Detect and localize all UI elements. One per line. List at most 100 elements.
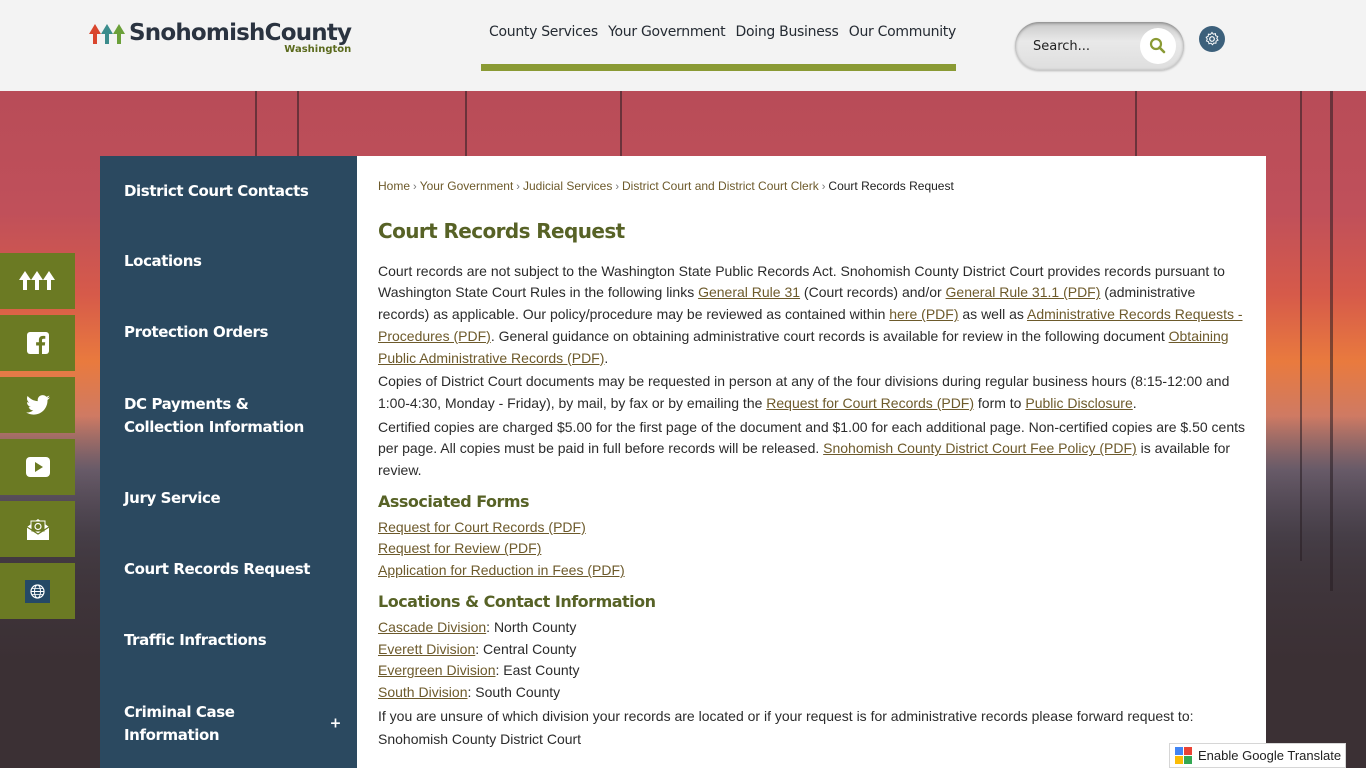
sidebar-item-traffic-infractions[interactable]: Traffic Infractions — [100, 605, 357, 676]
social-links — [0, 253, 75, 625]
site-header: SnohomishCounty Washington County Servic… — [0, 0, 1366, 91]
public-disclosure-link[interactable]: Public Disclosure — [1025, 395, 1132, 411]
sidebar-item-label: Court Records Request — [124, 560, 310, 578]
mast-decor — [1135, 91, 1137, 161]
form-request-review-link[interactable]: Request for Review (PDF) — [378, 538, 1245, 560]
cascade-division-link[interactable]: Cascade Division — [378, 619, 486, 635]
social-facebook[interactable] — [0, 315, 75, 371]
general-rule-31-link[interactable]: General Rule 31 — [698, 284, 800, 300]
nav-our-community[interactable]: Our Community — [841, 20, 957, 40]
search-icon — [1149, 37, 1166, 54]
settings-button[interactable] — [1199, 26, 1225, 52]
sidebar-item-label: Traffic Infractions — [124, 631, 267, 649]
breadcrumb-current: Court Records Request — [828, 179, 954, 193]
google-translate-icon — [1175, 747, 1192, 764]
sidebar-item-label: District Court Contacts — [124, 181, 309, 200]
locations-heading: Locations & Contact Information — [378, 591, 656, 611]
google-translate-label: Enable Google Translate — [1198, 748, 1342, 763]
address-line: Snohomish County District Court — [378, 731, 582, 748]
breadcrumb-separator: › — [516, 181, 520, 193]
sidebar-item-label: Locations — [124, 252, 202, 270]
form-reduction-fees-link[interactable]: Application for Reduction in Fees (PDF) — [378, 560, 1245, 582]
breadcrumb-your-government[interactable]: Your Government — [420, 179, 514, 193]
fees-paragraph: Certified copies are charged $5.00 for t… — [378, 417, 1245, 482]
facebook-icon — [26, 332, 49, 354]
social-youtube[interactable] — [0, 439, 75, 495]
mast-decor — [1300, 91, 1302, 561]
main-content: Home › Your Government › Judicial Services › D… — [357, 156, 1266, 768]
location-area: : South County — [467, 683, 561, 700]
location-area: : North County — [486, 618, 577, 635]
evergreen-division-link[interactable]: Evergreen Division — [378, 662, 496, 678]
trees-icon — [18, 271, 55, 290]
county-logo[interactable]: SnohomishCounty Washington — [89, 18, 352, 55]
nav-accent-bar — [481, 64, 956, 71]
copies-paragraph: Copies of District Court documents may b… — [378, 371, 1245, 414]
sidebar-item-protection-orders[interactable]: Protection Orders — [100, 297, 357, 368]
breadcrumb-separator: › — [615, 181, 620, 193]
location-item: Everett Division: Central County — [378, 639, 1245, 661]
google-translate-button[interactable]: Enable Google Translate — [1169, 743, 1346, 768]
breadcrumb-judicial-services[interactable]: Judicial Services — [523, 179, 612, 193]
breadcrumb-district-court[interactable]: District Court and District Court Clerk — [622, 179, 819, 193]
location-item: Cascade Division: North County — [378, 617, 1245, 639]
unsure-text: If you are unsure of which division your… — [378, 707, 1194, 724]
email-icon — [26, 519, 49, 540]
text: form to — [974, 394, 1026, 411]
social-twitter[interactable] — [0, 377, 75, 433]
text: . — [1132, 394, 1137, 411]
intro-paragraph: Court records are not subject to the Was… — [378, 261, 1245, 370]
globe-icon — [30, 583, 45, 599]
associated-forms-heading: Associated Forms — [378, 491, 530, 511]
nav-county-services[interactable]: County Services — [481, 20, 598, 40]
policy-here-link[interactable]: here (PDF) — [889, 306, 958, 322]
general-rule-31-1-link[interactable]: General Rule 31.1 (PDF) — [946, 284, 1101, 300]
nav-doing-business[interactable]: Doing Business — [728, 20, 839, 40]
social-county-home[interactable] — [0, 253, 75, 309]
sidebar-item-district-court-contacts[interactable]: District Court Contacts — [100, 156, 357, 226]
sidebar-item-label: Criminal Case Information — [124, 702, 235, 744]
main-navigation: County Services Your Government Doing Bu… — [481, 20, 956, 71]
breadcrumb: Home › Your Government › Judicial Services › D… — [378, 178, 1245, 195]
form-request-court-records-link[interactable]: Request for Court Records (PDF) — [378, 517, 1245, 539]
search-box — [1015, 22, 1184, 70]
sidebar-item-jury-service[interactable]: Jury Service — [100, 463, 357, 534]
fee-policy-link[interactable]: Snohomish County District Court Fee Poli… — [823, 440, 1137, 456]
sidebar-item-label: Protection Orders — [124, 323, 269, 341]
breadcrumb-separator: › — [413, 181, 417, 193]
social-translate[interactable] — [0, 563, 75, 619]
twitter-icon — [25, 395, 50, 415]
text: . — [604, 349, 609, 366]
sidebar-item-court-records-request[interactable]: Court Records Request — [100, 534, 357, 605]
trees-icon — [89, 24, 125, 44]
everett-division-link[interactable]: Everett Division — [378, 641, 475, 657]
request-court-records-link[interactable]: Request for Court Records (PDF) — [766, 395, 974, 411]
location-area: : East County — [495, 662, 580, 679]
page-title: Court Records Request — [378, 219, 625, 243]
search-input[interactable] — [1033, 34, 1143, 58]
text: (Court records) and/or — [800, 284, 946, 301]
mast-decor — [465, 91, 467, 161]
mast-decor — [620, 91, 622, 161]
youtube-icon — [25, 457, 50, 477]
south-division-link[interactable]: South Division — [378, 684, 468, 700]
nav-your-government[interactable]: Your Government — [600, 20, 725, 40]
sidebar-item-label: DC Payments & Collection Information — [124, 394, 304, 436]
mast-decor — [297, 91, 299, 161]
search-button[interactable] — [1140, 28, 1176, 64]
social-email[interactable] — [0, 501, 75, 557]
location-item: Evergreen Division: East County — [378, 660, 1245, 682]
globe-icon-box — [25, 579, 50, 603]
sidebar-item-criminal-case-information[interactable]: Criminal Case Information + — [100, 676, 357, 768]
mast-decor — [1330, 91, 1333, 591]
gear-icon — [1205, 31, 1219, 46]
sidebar-item-label: Jury Service — [124, 489, 221, 507]
sidebar-item-dc-payments[interactable]: DC Payments & Collection Information — [100, 368, 357, 463]
breadcrumb-home[interactable]: Home — [378, 179, 410, 193]
location-area: : Central County — [475, 640, 577, 657]
text: as well as — [958, 306, 1027, 323]
location-item: South Division: South County — [378, 682, 1245, 704]
text: . General guidance on obtaining administ… — [490, 327, 1169, 344]
sidebar-item-locations[interactable]: Locations — [100, 226, 357, 297]
expand-icon[interactable]: + — [330, 712, 342, 735]
